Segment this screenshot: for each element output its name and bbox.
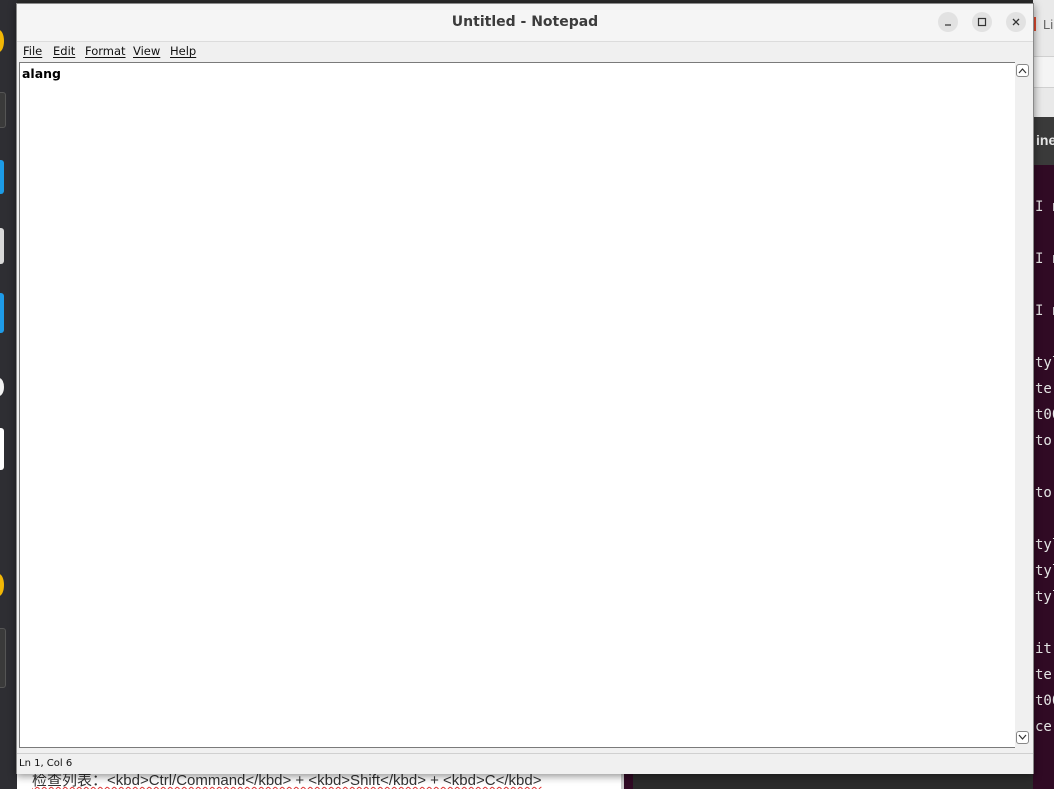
maximize-icon [977, 17, 987, 27]
minimize-icon [945, 24, 951, 26]
browser-address-bar [1033, 56, 1054, 88]
menu-view[interactable]: View [133, 44, 160, 58]
cursor-position: Ln 1, Col 6 [19, 758, 73, 769]
editor-content[interactable]: alang [22, 66, 61, 81]
terminal-line: I n [1035, 199, 1054, 215]
scroll-down-button[interactable] [1016, 731, 1029, 744]
vertical-scrollbar[interactable] [1015, 62, 1032, 748]
dock-app-icon[interactable] [0, 378, 4, 396]
terminal-line: to [1035, 433, 1052, 449]
menu-help[interactable]: Help [170, 44, 196, 58]
terminal-line: tyl [1035, 589, 1054, 605]
close-button[interactable] [1006, 12, 1026, 32]
background-browser-window: Li [1033, 0, 1054, 117]
scroll-up-button[interactable] [1016, 64, 1029, 77]
dock [0, 0, 17, 789]
terminal-line: to [1035, 485, 1052, 501]
maximize-button[interactable] [972, 12, 992, 32]
background-editor-window: 检查列表：<kbd>Ctrl/Command</kbd> + <kbd>Shif… [17, 774, 624, 789]
terminal-line: ce [1035, 719, 1052, 735]
terminal-line: t00 [1035, 407, 1054, 423]
window-title: Untitled - Notepad [451, 14, 599, 30]
terminal-line: tyl [1035, 537, 1054, 553]
dock-app-icon[interactable] [0, 228, 4, 264]
dock-app-icon[interactable] [0, 92, 6, 128]
terminal-line: te [1035, 381, 1052, 397]
terminal-title: ine [1036, 132, 1054, 148]
terminal-line: tyl [1035, 563, 1054, 579]
terminal-line: tyl [1035, 355, 1054, 371]
chevron-down-icon [1018, 734, 1027, 740]
menu-format[interactable]: Format [85, 44, 126, 58]
dock-app-icon[interactable] [0, 574, 4, 596]
title-bar[interactable]: Untitled - Notepad [17, 4, 1033, 42]
dock-app-icon[interactable] [0, 428, 4, 470]
menu-edit[interactable]: Edit [53, 44, 75, 58]
background-terminal-header: ine [1033, 117, 1054, 165]
text-editor-area[interactable]: alang [19, 62, 1017, 748]
status-bar: Ln 1, Col 6 [17, 753, 1033, 774]
terminal-line: t00 [1035, 693, 1054, 709]
minimize-button[interactable] [938, 12, 958, 32]
dock-app-icon[interactable] [0, 628, 6, 688]
terminal-line: I n [1035, 303, 1054, 319]
dock-app-icon[interactable] [0, 160, 4, 194]
dock-app-icon[interactable] [0, 293, 4, 333]
close-icon [1012, 18, 1020, 26]
browser-tab-label[interactable]: Li [1043, 17, 1053, 32]
terminal-line: te [1035, 667, 1052, 683]
menu-bar: File Edit Format View Help [17, 41, 1033, 62]
background-terminal-strip [624, 774, 633, 789]
chevron-up-icon [1018, 68, 1027, 74]
terminal-line: it [1035, 641, 1052, 657]
notepad-window: Untitled - Notepad File Edit Format View… [16, 3, 1034, 774]
menu-file[interactable]: File [23, 44, 42, 58]
dock-app-icon[interactable] [0, 30, 4, 52]
terminal-lines: I n I n I n tyl te t00 to to tyl tyl tyl… [1033, 165, 1054, 774]
background-editor-line: 检查列表：<kbd>Ctrl/Command</kbd> + <kbd>Shif… [32, 774, 542, 789]
terminal-line: I n [1035, 251, 1054, 267]
